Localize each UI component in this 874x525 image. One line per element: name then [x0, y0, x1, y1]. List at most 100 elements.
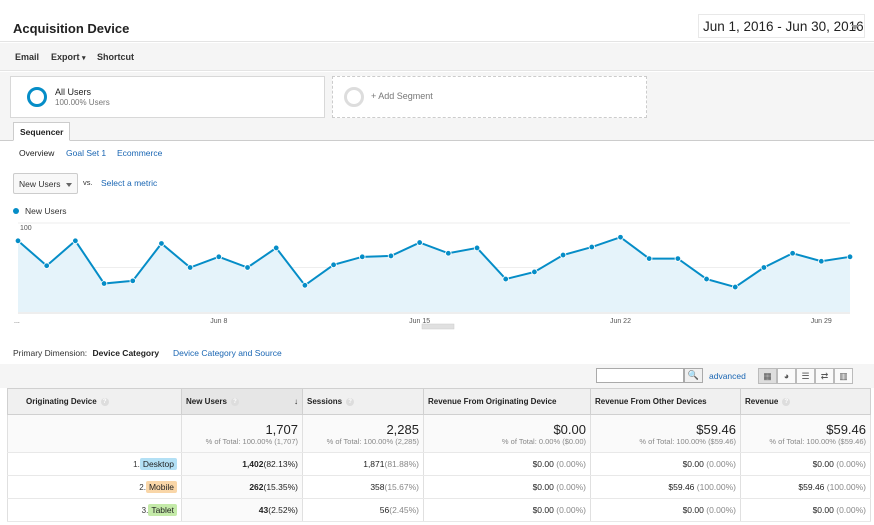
data-point: [215, 253, 223, 261]
total-value: 1,707: [265, 421, 298, 437]
chart-svg: 10050...Jun 8Jun 15Jun 22Jun 29: [14, 222, 854, 330]
table-header-row: Originating Device? New Users? ↓ Sessions…: [7, 388, 871, 415]
col-label: Revenue: [745, 397, 779, 406]
help-icon[interactable]: ?: [100, 397, 109, 406]
col-revenue-originating[interactable]: Revenue From Originating Device: [423, 388, 591, 415]
cell-pct: (2.45%): [389, 505, 419, 515]
date-range-picker[interactable]: Jun 1, 2016 - Jun 30, 2016: [698, 14, 865, 38]
col-revenue-other[interactable]: Revenue From Other Devices: [590, 388, 741, 415]
x-tick-label: Jun 22: [610, 318, 631, 325]
metric-selector[interactable]: New Users: [13, 173, 78, 194]
total-cell: 1,707% of Total: 100.00% (1,707): [181, 414, 303, 453]
cell-pct: (82.13%): [263, 459, 299, 469]
cell-value: 43: [258, 505, 269, 515]
device-link[interactable]: Desktop: [139, 458, 177, 470]
cell-value: 56: [379, 505, 390, 515]
col-sessions[interactable]: Sessions?: [302, 388, 424, 415]
total-sub: % of Total: 100.00% (1,707): [205, 436, 298, 446]
search-icon[interactable]: 🔍: [684, 368, 703, 383]
data-point: [674, 255, 682, 262]
segment-all-users[interactable]: All Users 100.00% Users: [10, 76, 325, 118]
total-sub: % of Total: 0.00% ($0.00): [501, 436, 586, 446]
comparison-view-icon[interactable]: ⇄: [815, 368, 834, 384]
cell-pct: (81.88%): [384, 459, 420, 469]
help-icon[interactable]: ?: [346, 397, 355, 406]
table-toolbar: 🔍 advanced ▦ ◕ ☰ ⇄ ▥: [0, 364, 874, 388]
performance-view-icon[interactable]: ☰: [796, 368, 815, 384]
data-point: [273, 244, 280, 252]
chevron-down-icon: ▾: [82, 55, 86, 62]
subtab-ecommerce[interactable]: Ecommerce: [117, 148, 162, 158]
col-revenue[interactable]: Revenue?: [740, 388, 871, 415]
rev-orig-cell: $0.00 (0.00%): [423, 498, 591, 522]
sessions-cell: 1,871(81.88%): [302, 452, 424, 476]
cell-pct: (0.00%): [836, 505, 866, 515]
data-point: [502, 275, 509, 283]
col-label: New Users: [186, 397, 227, 406]
sort-arrow-icon: ↓: [294, 397, 298, 406]
cell-pct: (0.00%): [556, 459, 586, 469]
table-row: 3. Tablet 43(2.52%) 56(2.45%) $0.00 (0.00%) $…: [7, 498, 871, 522]
export-button[interactable]: Export ▾: [51, 52, 86, 62]
totals-label-cell: [7, 414, 182, 453]
explorer-subtabs: Overview Goal Set 1 Ecommerce: [0, 142, 874, 166]
cell-value: $59.46: [798, 482, 825, 492]
col-originating-device[interactable]: Originating Device?: [7, 388, 182, 415]
row-number: 3.: [141, 506, 149, 515]
subtab-overview[interactable]: Overview: [19, 148, 54, 158]
device-link[interactable]: Tablet: [148, 504, 177, 516]
cell-pct: (15.35%): [263, 482, 299, 492]
cell-pct: (100.00%): [826, 482, 866, 492]
pie-view-icon[interactable]: ◕: [777, 368, 796, 384]
table-view-icon[interactable]: ▦: [758, 368, 777, 384]
cell-pct: (2.52%): [268, 505, 298, 515]
device-link[interactable]: Mobile: [145, 481, 177, 493]
pivot-view-icon[interactable]: ▥: [834, 368, 853, 384]
rev-other-cell: $0.00 (0.00%): [590, 452, 741, 476]
col-new-users[interactable]: New Users? ↓: [181, 388, 303, 415]
table-row: 2. Mobile 262(15.35%) 358(15.67%) $0.00 (0.0…: [7, 475, 871, 499]
segment-name: All Users: [55, 87, 92, 97]
tab-sequencer[interactable]: Sequencer: [13, 122, 71, 141]
segment-bar: All Users 100.00% Users + Add Segment: [0, 72, 874, 124]
x-tick-label: Jun 8: [210, 318, 227, 325]
help-icon[interactable]: ?: [230, 397, 239, 406]
col-label: Originating Device: [26, 397, 97, 406]
cell-pct: (0.00%): [556, 482, 586, 492]
cell-value: $0.00: [812, 459, 834, 469]
shortcut-button[interactable]: Shortcut: [97, 52, 134, 62]
revenue-cell: $0.00 (0.00%): [740, 452, 871, 476]
revenue-cell: $0.00 (0.00%): [740, 498, 871, 522]
table-search-input[interactable]: [596, 368, 684, 383]
total-value: $59.46: [696, 421, 736, 437]
empty-ring-icon: [344, 87, 364, 107]
subtab-goal-set[interactable]: Goal Set 1: [66, 148, 106, 158]
col-label: Revenue From Other Devices: [595, 397, 707, 406]
help-icon[interactable]: ?: [782, 397, 791, 406]
email-button[interactable]: Email: [15, 52, 39, 62]
total-sub: % of Total: 100.00% (2,285): [326, 436, 419, 446]
vs-label: vs.: [83, 178, 93, 187]
report-tabs: Sequencer: [0, 122, 874, 141]
data-point: [703, 275, 710, 283]
primary-dimension: Primary Dimension: Device Category: [13, 348, 159, 358]
device-cell: 2. Mobile: [7, 475, 182, 499]
data-point: [588, 243, 595, 251]
data-point: [760, 264, 768, 271]
data-point: [617, 234, 624, 241]
advanced-filter-link[interactable]: advanced: [709, 371, 746, 381]
data-point: [473, 244, 481, 252]
cell-pct: (0.00%): [836, 459, 866, 469]
totals-row: 1,707% of Total: 100.00% (1,707) 2,285% …: [7, 414, 871, 453]
dimension-option-link[interactable]: Device Category and Source: [173, 348, 282, 358]
add-segment-button[interactable]: + Add Segment: [332, 76, 647, 118]
chevron-down-icon: [66, 183, 72, 187]
data-point: [732, 283, 739, 291]
data-point: [72, 237, 79, 244]
cell-value: $0.00: [532, 505, 554, 515]
select-metric-link[interactable]: Select a metric: [101, 178, 157, 188]
table-body: 1. Desktop 1,402(82.13%) 1,871(81.88%) $0.00…: [7, 452, 871, 522]
cell-value: 1,402: [242, 459, 264, 469]
export-label: Export: [51, 52, 80, 62]
total-cell: $0.00% of Total: 0.00% ($0.00): [423, 414, 591, 453]
